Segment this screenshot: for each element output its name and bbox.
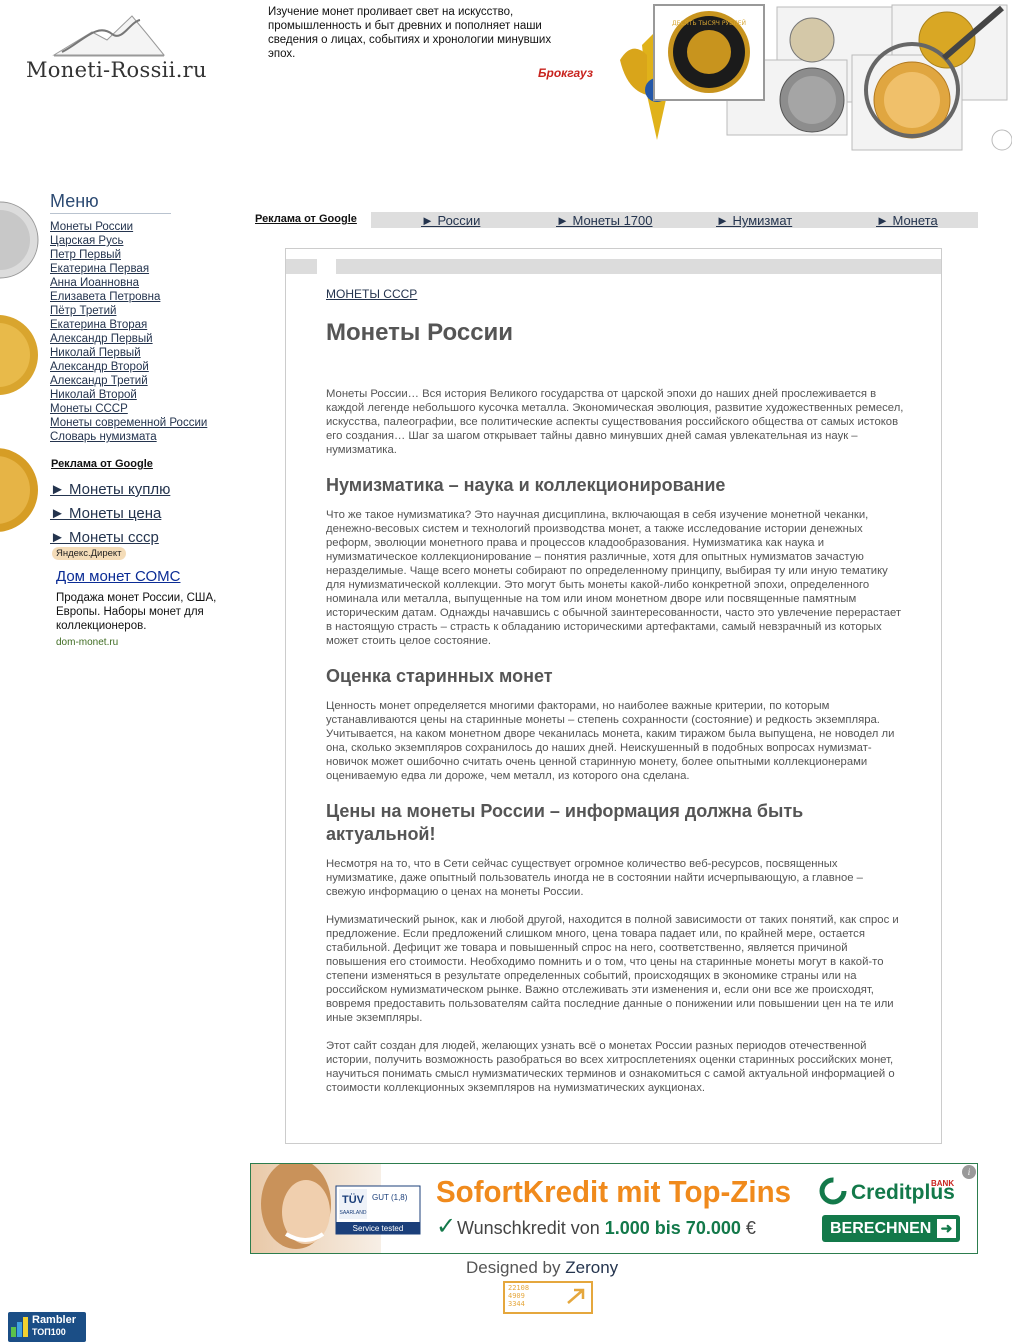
ad-url-somc[interactable]: dom-monet.ru xyxy=(56,637,118,648)
ad-link-ussr-coins[interactable]: ► Монеты ссср xyxy=(50,529,159,546)
menu-item: Петр Первый xyxy=(50,248,207,262)
menu-title: Меню xyxy=(50,191,171,214)
heading-prices: Цены на монеты России – информация должн… xyxy=(326,801,804,844)
content-header-band xyxy=(286,259,941,274)
ad-title-somc[interactable]: Дом монет СОМС xyxy=(56,568,180,585)
quote-author: Брокгауз xyxy=(538,66,593,80)
menu-link-anna-ioannovna[interactable]: Анна Иоанновна xyxy=(50,277,139,289)
menu-item: Монеты России xyxy=(50,220,207,234)
menu-link-alexander-first[interactable]: Александр Первый xyxy=(50,333,153,345)
logo-text: Moneti-Rossii.ru xyxy=(26,58,207,82)
side-menu: Монеты России Царская Русь Петр Первый Е… xyxy=(50,220,207,444)
paragraph-prices-3: Этот сайт создан для людей, желающих узн… xyxy=(326,1040,895,1094)
counter-line: 3344 xyxy=(508,1300,525,1308)
breadcrumb-ussr-coins[interactable]: МОНЕТЫ СССР xyxy=(326,287,417,301)
menu-item: Царская Русь xyxy=(50,234,207,248)
menu-link-dictionary[interactable]: Словарь нумизмата xyxy=(50,431,157,443)
tuv-label: TÜV xyxy=(342,1193,365,1206)
menu-link-catherine-first[interactable]: Екатерина Первая xyxy=(50,263,149,275)
menu-link-peter-third[interactable]: Пётр Третий xyxy=(50,305,116,317)
designed-by-prefix: Designed by xyxy=(466,1258,561,1277)
heading-valuation: Оценка старинных монет xyxy=(326,666,553,686)
mountain-logo-icon xyxy=(52,15,166,57)
menu-item: Анна Иоанновна xyxy=(50,276,207,290)
creditplus-banner[interactable]: TÜV SAARLAND GUT (1,8) Service tested So… xyxy=(250,1163,978,1254)
article: МОНЕТЫ СССР Монеты России Монеты России…… xyxy=(326,285,904,1095)
paragraph-valuation: Ценность монет определяется многими факт… xyxy=(326,700,895,782)
creditplus-logo-icon xyxy=(819,1177,847,1205)
coin-inscription: ДЕСЯТЬ ТЫСЯЧ РУБЛЕЙ xyxy=(672,20,746,27)
menu-link-nicholas-first[interactable]: Николай Первый xyxy=(50,347,141,359)
menu-link-alexander-third[interactable]: Александр Третий xyxy=(50,375,148,387)
rambler-icon xyxy=(11,1317,28,1337)
ad-link-coins-1700[interactable]: ► Монеты 1700 xyxy=(556,213,653,228)
google-ads-label[interactable]: Реклама от Google xyxy=(51,458,153,470)
tuv-grade: GUT (1,8) xyxy=(372,1193,408,1202)
menu-item: Пётр Третий xyxy=(50,304,207,318)
menu-link-nicholas-second[interactable]: Николай Второй xyxy=(50,389,137,401)
paragraph-prices-2: Нумизматический рынок, как и любой друго… xyxy=(326,914,899,1024)
heading-numismatics: Нумизматика – наука и коллекционирование xyxy=(326,475,726,495)
content-panel: МОНЕТЫ СССР Монеты России Монеты России…… xyxy=(285,248,942,1144)
tuv-service: Service tested xyxy=(353,1224,404,1233)
paragraph-numismatics: Что же такое нумизматика? Это научная ди… xyxy=(326,509,902,647)
yandex-direct-badge[interactable]: Яндекс.Директ xyxy=(52,547,126,560)
left-coins-image xyxy=(0,201,39,532)
designed-by: Designed by Zerony xyxy=(466,1258,618,1278)
top-ads-label[interactable]: Реклама от Google xyxy=(255,213,357,225)
menu-link-tsarist-rus[interactable]: Царская Русь xyxy=(50,235,123,247)
brand-sup: BANK xyxy=(931,1179,954,1188)
banner-headline: SofortKredit mit Top-Zins xyxy=(436,1174,791,1209)
page-title: Монеты России xyxy=(326,319,514,346)
menu-link-coins-russia[interactable]: Монеты России xyxy=(50,221,133,233)
counter-arrow-icon xyxy=(567,1288,585,1304)
tuv-region: SAARLAND xyxy=(340,1210,367,1216)
counter-line: 4909 xyxy=(508,1292,525,1300)
paragraph-prices-1: Несмотря на то, что в Сети сейчас сущест… xyxy=(326,858,863,898)
ad-link-coin-price[interactable]: ► Монеты цена xyxy=(50,505,161,522)
checkmark-icon: ✓ xyxy=(436,1213,456,1240)
menu-item: Монеты СССР xyxy=(50,402,207,416)
rambler-top100: ТОП100 xyxy=(32,1327,66,1337)
intro-paragraph: Монеты России… Вся история Великого госу… xyxy=(326,388,904,456)
banner-subline: Wunschkredit von 1.000 bis 70.000 € xyxy=(457,1218,756,1238)
menu-item: Монеты современной России xyxy=(50,416,207,430)
ad-link-coin[interactable]: ► Монета xyxy=(876,213,938,228)
menu-item: Екатерина Первая xyxy=(50,262,207,276)
menu-item: Александр Третий xyxy=(50,374,207,388)
arrow-right-icon: ➜ xyxy=(937,1219,956,1238)
top-ad-bar: Реклама от Google ► России ► Монеты 1700… xyxy=(255,212,978,228)
menu-item: Николай Первый xyxy=(50,346,207,360)
menu-link-peter-first[interactable]: Петр Первый xyxy=(50,249,121,261)
site-logo[interactable]: Moneti-Rossii.ru xyxy=(26,8,207,88)
counter-line: 22108 xyxy=(508,1284,530,1292)
berechnen-button[interactable]: BERECHNEN ➜ xyxy=(822,1215,960,1242)
menu-link-modern-russia[interactable]: Монеты современной России xyxy=(50,417,207,429)
ad-link-numismat[interactable]: ► Нумизмат xyxy=(716,213,792,228)
menu-link-catherine-second[interactable]: Екатерина Вторая xyxy=(50,319,147,331)
ad-link-russia[interactable]: ► России xyxy=(421,213,480,228)
ad-link-buy-coins[interactable]: ► Монеты куплю xyxy=(50,481,170,498)
menu-link-elizabeth[interactable]: Елизавета Петровна xyxy=(50,291,160,303)
top-ad-links: ► России ► Монеты 1700 ► Нумизмат ► Моне… xyxy=(371,212,978,228)
ad-text-somc: Продажа монет России, США, Европы. Набор… xyxy=(56,592,217,632)
berechnen-label: BERECHNEN xyxy=(830,1220,932,1237)
menu-link-ussr-coins[interactable]: Монеты СССР xyxy=(50,403,128,415)
header-quote: Изучение монет проливает свет на искусст… xyxy=(268,6,552,60)
menu-item: Николай Второй xyxy=(50,388,207,402)
rambler-name: Rambler xyxy=(32,1314,77,1326)
menu-link-alexander-second[interactable]: Александр Второй xyxy=(50,361,149,373)
menu-item: Екатерина Вторая xyxy=(50,318,207,332)
visit-counter[interactable]: 22108 4909 3344 xyxy=(503,1281,593,1314)
designer-link[interactable]: Zerony xyxy=(565,1258,618,1277)
menu-item: Словарь нумизмата xyxy=(50,430,207,444)
rambler-top100-badge[interactable]: Rambler ТОП100 xyxy=(8,1312,86,1342)
menu-item: Елизавета Петровна xyxy=(50,290,207,304)
menu-item: Александр Второй xyxy=(50,360,207,374)
menu-item: Александр Первый xyxy=(50,332,207,346)
coins-collage-image: ДЕСЯТЬ ТЫСЯЧ РУБЛЕЙ xyxy=(620,4,1012,151)
